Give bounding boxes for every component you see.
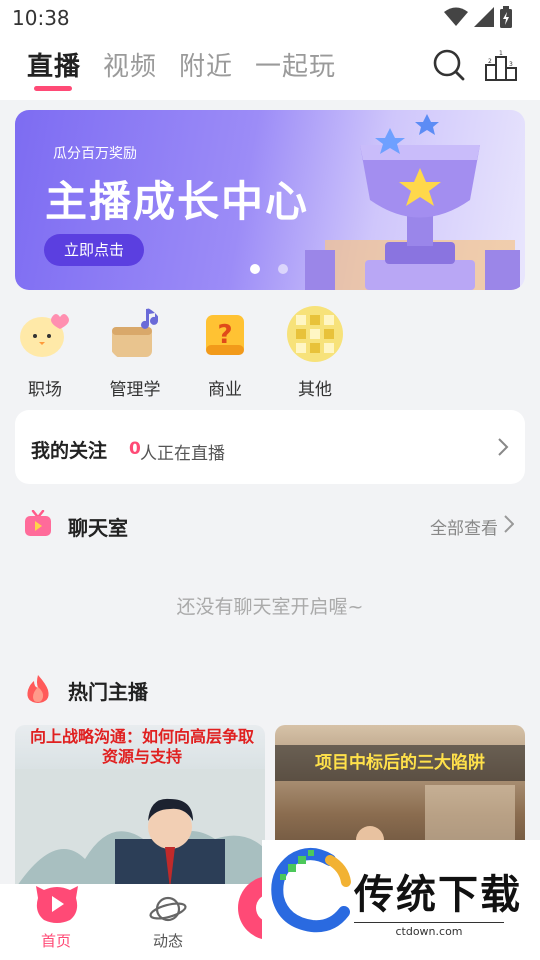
stream-title: 向上战略沟通：如何向高层争取资源与支持 [29, 727, 254, 766]
chat-room-title: 聊天室 [68, 516, 128, 540]
battery-icon [500, 6, 512, 28]
tab-nearby[interactable]: 附近 [179, 46, 233, 83]
chat-room-empty-message: 还没有聊天室开启喔~ [176, 596, 364, 618]
banner-title: 主播成长中心 [45, 177, 310, 226]
bottom-nav-label: 动态 [152, 932, 183, 950]
category-label: 职场 [28, 380, 62, 400]
question-box-icon: ? [206, 315, 244, 355]
chat-room-header: 聊天室 全部查看 [0, 504, 540, 544]
promo-banner[interactable]: 瓜分百万奖励 主播成长中心 立即点击 [15, 110, 525, 290]
category-workplace[interactable]: 职场 [5, 305, 85, 400]
watermark-url: ctdown.com [354, 922, 504, 938]
banner-dot[interactable] [278, 264, 288, 274]
signal-icon [474, 7, 494, 27]
ranking-icon[interactable]: 1 2 3 [484, 48, 518, 82]
category-other[interactable]: 其他 [275, 305, 355, 400]
tab-video[interactable]: 视频 [103, 46, 157, 83]
stream-title: 项目中标后的三大陷阱 [275, 745, 525, 781]
chevron-right-icon [498, 438, 509, 456]
category-row: 职场 管理学 ? 商业 其他 [0, 305, 540, 400]
top-nav: 直播 视频 附近 一起玩 1 2 3 [0, 36, 540, 100]
status-time: 10:38 [12, 6, 70, 30]
status-bar: 10:38 [0, 0, 540, 36]
watermark-logo [271, 848, 351, 933]
home-icon [36, 886, 78, 923]
svg-text:1: 1 [499, 50, 503, 57]
svg-text:?: ? [217, 320, 232, 350]
trophy-illustration [305, 114, 520, 290]
category-label: 管理学 [109, 380, 161, 400]
search-icon[interactable] [432, 48, 466, 82]
banner-cta-button[interactable]: 立即点击 [44, 234, 144, 266]
hot-streamers-title: 热门主播 [68, 680, 148, 704]
svg-text:2: 2 [488, 58, 492, 65]
category-business[interactable]: ? 商业 [185, 305, 265, 400]
hot-streamers-header: 热门主播 [0, 668, 540, 708]
planet-icon [149, 896, 187, 922]
category-management[interactable]: 管理学 [95, 305, 175, 400]
chick-heart-icon [20, 314, 69, 357]
status-icons [444, 6, 512, 28]
wifi-icon [444, 7, 468, 26]
watermark-overlay: 传统下载 ctdown.com [262, 840, 540, 940]
banner-subtitle: 瓜分百万奖励 [53, 146, 137, 162]
follow-title: 我的关注 [31, 440, 108, 462]
svg-text:3: 3 [509, 61, 513, 68]
bottom-nav-label: 首页 [40, 932, 71, 950]
music-box-icon [112, 307, 158, 357]
tab-play-together[interactable]: 一起玩 [255, 46, 336, 83]
tab-live[interactable]: 直播 [27, 46, 81, 83]
category-label: 其他 [298, 380, 332, 400]
category-label: 商业 [208, 380, 242, 400]
tv-icon [25, 510, 51, 536]
watermark-text: 传统下载 [354, 872, 522, 918]
tab-active-indicator [34, 86, 72, 91]
chevron-right-icon[interactable] [504, 515, 514, 533]
banner-dot-active[interactable] [250, 264, 260, 274]
view-all-link[interactable]: 全部查看 [430, 514, 498, 539]
follow-live-text: 人正在直播 [140, 444, 225, 464]
golden-tiles-icon [287, 306, 343, 362]
my-follow-card[interactable]: 我的关注 0 人正在直播 [15, 410, 525, 484]
flame-icon [27, 675, 49, 703]
